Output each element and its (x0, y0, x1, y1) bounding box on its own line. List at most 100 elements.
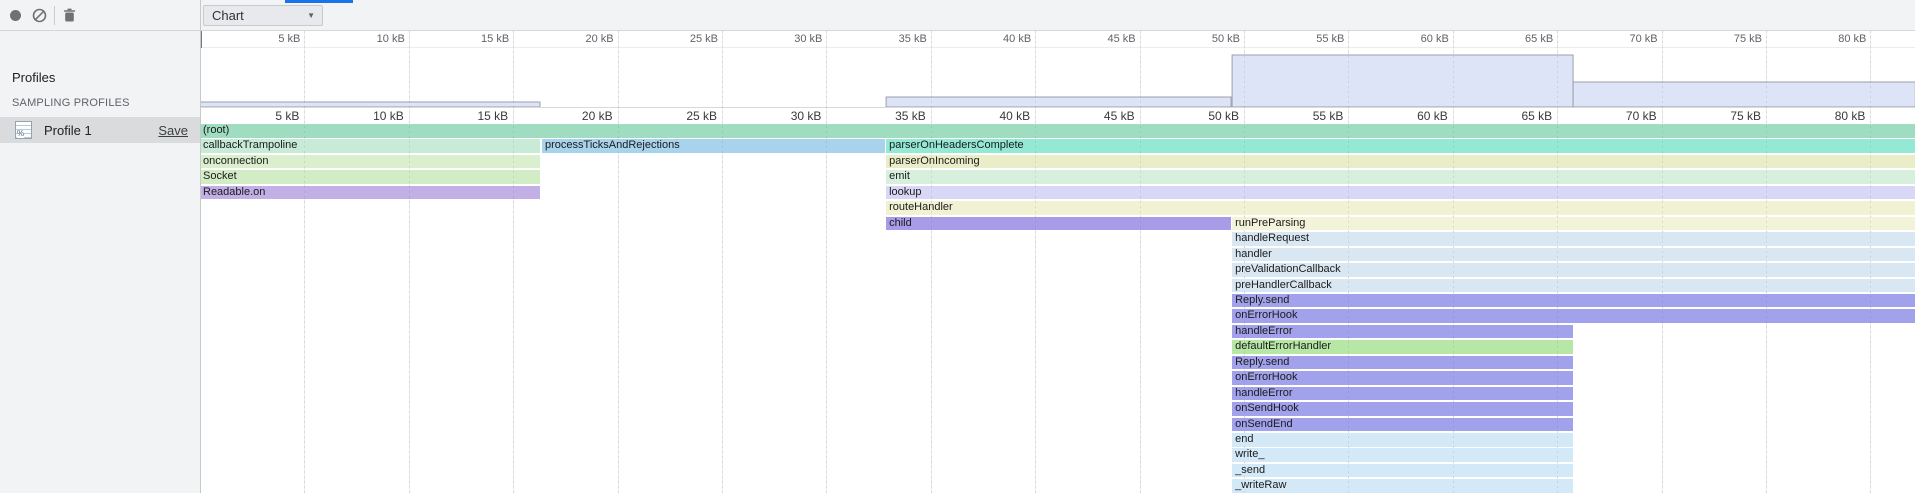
flame-frame-label: (root) (200, 124, 229, 136)
flame-frame-emit[interactable]: emit (886, 170, 1915, 184)
flame-frame-defaultErrorHandler[interactable]: defaultErrorHandler (1232, 340, 1573, 354)
overview-bottom-border (200, 107, 1915, 108)
flame-frame-root[interactable]: (root) (200, 124, 1915, 138)
flame-frame-handleError[interactable]: handleError (1232, 387, 1573, 401)
overview-ruler-tick-label: 20 kB (554, 33, 614, 45)
flamechart-ruler-tick-label: 70 kB (1593, 110, 1657, 123)
flame-frame-label: onErrorHook (1232, 371, 1297, 383)
flame-frame-_send[interactable]: _send (1232, 464, 1573, 478)
sidebar-item-profile-1[interactable]: % Profile 1 Save (0, 117, 200, 143)
grid-line-overlay (513, 31, 514, 493)
flame-frame-routeHandler[interactable]: routeHandler (886, 201, 1915, 215)
flame-frame-runPreParsing[interactable]: runPreParsing (1232, 217, 1915, 231)
flame-frame-end[interactable]: end (1232, 433, 1573, 447)
grid-line-overlay (1870, 31, 1871, 493)
flame-frame-processTicksAndRejections[interactable]: processTicksAndRejections (542, 139, 885, 153)
sidebar-divider[interactable] (200, 0, 201, 493)
grid-line-overlay (1662, 31, 1663, 493)
flame-frame-onSendHook[interactable]: onSendHook (1232, 402, 1573, 416)
record-icon (10, 10, 21, 21)
flame-frame-handleError[interactable]: handleError (1232, 325, 1573, 339)
flame-frame-label: emit (886, 170, 910, 182)
overview-ruler-tick-label: 45 kB (1076, 33, 1136, 45)
flame-frame-Reply.send[interactable]: Reply.send (1232, 294, 1915, 308)
panel-tab-accent-line (285, 0, 353, 3)
overview-ruler-tick-label: 40 kB (971, 33, 1031, 45)
flame-frame-label: handler (1232, 248, 1272, 260)
save-profile-link[interactable]: Save (158, 123, 188, 138)
overview-ruler-tick-label: 35 kB (867, 33, 927, 45)
profile-view-select-value: Chart (212, 8, 244, 23)
flame-frame-label: child (886, 217, 912, 229)
overview-ruler-tick-label: 10 kB (345, 33, 405, 45)
flame-frame-label: _send (1232, 464, 1265, 476)
flame-frame-onconnection[interactable]: onconnection (200, 155, 540, 169)
flame-frame-onErrorHook[interactable]: onErrorHook (1232, 309, 1915, 323)
flamechart-ruler-tick-label: 80 kB (1801, 110, 1865, 123)
flame-frame-label: parserOnHeadersComplete (886, 139, 1024, 151)
flame-frame-preValidationCallback[interactable]: preValidationCallback (1232, 263, 1915, 277)
trash-icon (61, 7, 78, 24)
overview-ruler-tick-label: 5 kB (240, 33, 300, 45)
flame-frame-label: routeHandler (886, 201, 953, 213)
flame-frame-handler[interactable]: handler (1232, 248, 1915, 262)
flame-frame-callbackTrampoline[interactable]: callbackTrampoline (200, 139, 540, 153)
flame-frame-Socket[interactable]: Socket (200, 170, 540, 184)
flamechart-ruler-tick-label: 20 kB (549, 110, 613, 123)
chevron-down-icon: ▼ (307, 12, 315, 20)
flame-frame-label: onSendHook (1232, 402, 1299, 414)
flame-frame-onSendEnd[interactable]: onSendEnd (1232, 418, 1573, 432)
flame-frame-child[interactable]: child (886, 217, 1231, 231)
grid-line-overlay (1244, 31, 1245, 493)
overview-ruler-tick-label: 30 kB (762, 33, 822, 45)
flame-frame-handleRequest[interactable]: handleRequest (1232, 232, 1915, 246)
profiler-toolbar: Chart ▼ (0, 0, 1915, 31)
profile-view-select[interactable]: Chart ▼ (203, 5, 323, 26)
flamechart-ruler-tick-label: 75 kB (1697, 110, 1761, 123)
profiles-sidebar: Profiles SAMPLING PROFILES % Profile 1 S… (0, 31, 200, 493)
flame-frame-parserOnHeadersComplete[interactable]: parserOnHeadersComplete (886, 139, 1915, 153)
sampling-profiles-section-label: SAMPLING PROFILES (12, 97, 130, 109)
flame-frame-label: lookup (886, 186, 921, 198)
overview-ruler-tick-label: 50 kB (1180, 33, 1240, 45)
clear-all-profiles-button[interactable] (31, 7, 48, 24)
flamechart-ruler-tick-label: 65 kB (1488, 110, 1552, 123)
flamechart-ruler-tick-label: 60 kB (1384, 110, 1448, 123)
flame-frame-label: onconnection (200, 155, 268, 167)
flame-frame-parserOnIncoming[interactable]: parserOnIncoming (886, 155, 1915, 169)
grid-line-overlay (304, 31, 305, 493)
flame-frame-label: preHandlerCallback (1232, 279, 1332, 291)
flame-frame-label: handleError (1232, 325, 1292, 337)
flame-frame-Readable.on[interactable]: Readable.on (200, 186, 540, 200)
heap-profile-icon: % (15, 121, 32, 139)
flame-frame-Reply.send[interactable]: Reply.send (1232, 356, 1573, 370)
flame-frame-_writeRaw[interactable]: _writeRaw (1232, 479, 1573, 493)
overview-ruler-tick-label: 55 kB (1284, 33, 1344, 45)
grid-line-overlay (1453, 31, 1454, 493)
grid-line-overlay (826, 31, 827, 493)
flamechart-ruler-tick-label: 25 kB (653, 110, 717, 123)
flame-frame-write_[interactable]: write_ (1232, 448, 1573, 462)
flame-frame-preHandlerCallback[interactable]: preHandlerCallback (1232, 279, 1915, 293)
flame-frame-label: Readable.on (200, 186, 265, 198)
flame-frame-lookup[interactable]: lookup (886, 186, 1915, 200)
flamechart-ruler-tick-label: 35 kB (862, 110, 926, 123)
flame-frame-onErrorHook[interactable]: onErrorHook (1232, 371, 1573, 385)
toolbar-separator (54, 6, 55, 25)
clear-icon (31, 7, 48, 24)
flamechart-ruler-tick-label: 45 kB (1071, 110, 1135, 123)
overview-ruler-tick-label: 70 kB (1598, 33, 1658, 45)
overview-ruler-tick-label: 25 kB (658, 33, 718, 45)
overview-ruler-tick-label: 65 kB (1493, 33, 1553, 45)
flamechart-ruler-tick-label: 30 kB (757, 110, 821, 123)
flamechart-ruler-tick-label: 50 kB (1175, 110, 1239, 123)
flamechart-ruler-tick-label: 40 kB (966, 110, 1030, 123)
overview-ruler-tick-label: 75 kB (1702, 33, 1762, 45)
delete-profile-button[interactable] (61, 7, 78, 24)
grid-line-overlay (1766, 31, 1767, 493)
grid-line-overlay (1557, 31, 1558, 493)
flamechart-ruler-tick-label: 5 kB (235, 110, 299, 123)
flame-frame-label: end (1232, 433, 1253, 445)
record-profile-button[interactable] (7, 7, 24, 24)
allocation-chart-pane: 5 kB10 kB15 kB20 kB25 kB30 kB35 kB40 kB4… (200, 31, 1915, 493)
